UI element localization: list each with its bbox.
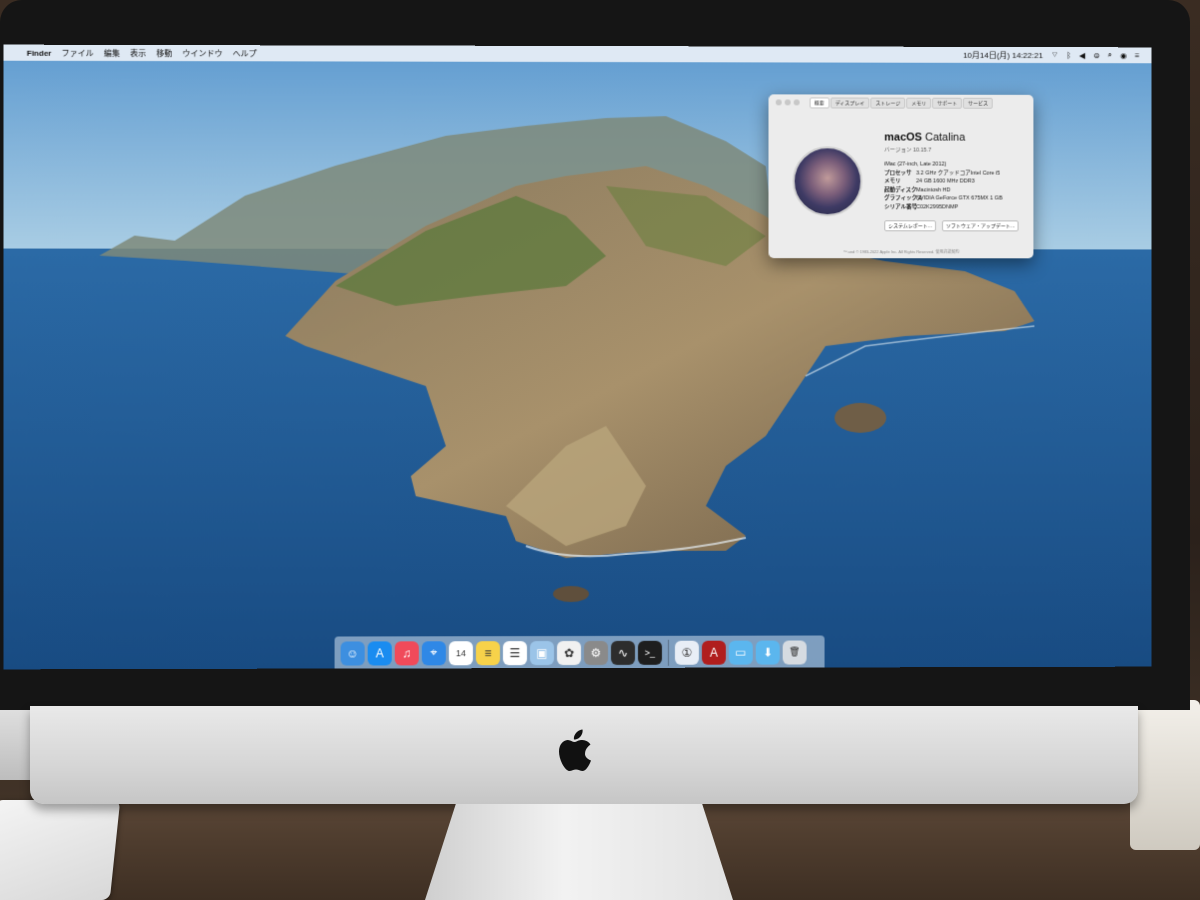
spotlight-search-icon[interactable]: ⌕: [1104, 50, 1116, 60]
downloads-folder-icon[interactable]: ⬇: [756, 640, 780, 664]
window-titlebar[interactable]: 概要 ディスプレイ ストレージ メモリ サポート サービス: [769, 94, 1034, 110]
about-tabs: 概要 ディスプレイ ストレージ メモリ サポート サービス: [809, 97, 993, 108]
software-update-button[interactable]: ソフトウェア・アップデート...: [942, 220, 1019, 231]
menu-go[interactable]: 移動: [151, 48, 177, 59]
system-report-button[interactable]: システムレポート...: [884, 220, 936, 231]
spec-value-memory: 24 GB 1600 MHz DDR3: [916, 178, 974, 187]
trash-icon[interactable]: 🗑: [783, 640, 807, 664]
music-icon[interactable]: ♫: [395, 641, 419, 665]
copyright-text: ™ and © 1983-2022 Apple Inc. All Rights …: [769, 249, 1034, 255]
os-version: バージョン 10.15.7: [884, 145, 931, 153]
control-icon[interactable]: ⊜: [1089, 51, 1104, 60]
screen: Finder ファイル 編集 表示 移動 ウインドウ ヘルプ 10月14日(月)…: [4, 45, 1152, 670]
spec-key-startup-disk: 起動ディスク: [884, 186, 916, 195]
menu-view[interactable]: 表示: [125, 47, 151, 58]
acrobat-icon[interactable]: A: [702, 640, 726, 664]
menu-window[interactable]: ウインドウ: [177, 48, 227, 59]
1password-icon[interactable]: ①: [675, 640, 699, 664]
spec-key-processor: プロセッサ: [884, 169, 916, 178]
imac-stand: [425, 804, 733, 900]
safari-icon[interactable]: ⌖: [422, 641, 446, 665]
spec-row-model: iMac (27-inch, Late 2012): [884, 160, 1002, 169]
tab-displays[interactable]: ディスプレイ: [830, 97, 869, 108]
spec-key-serial: シリアル番号: [884, 203, 916, 212]
bluetooth-icon[interactable]: ᛒ: [1062, 51, 1075, 60]
calendar-icon[interactable]: 14: [449, 641, 473, 665]
spec-value-graphics: NVIDIA GeForce GTX 675MX 1 GB: [916, 195, 1002, 204]
menu-finder[interactable]: Finder: [22, 48, 57, 57]
os-title: macOS Catalina: [884, 132, 965, 144]
about-this-mac-window: 概要 ディスプレイ ストレージ メモリ サポート サービス macOS Cata…: [769, 94, 1034, 258]
spec-row-startup-disk: 起動ディスク Macintosh HD: [884, 186, 1002, 195]
os-name-light: macOS: [884, 132, 922, 144]
spec-value-processor: 3.2 GHz クアッドコアIntel Core i5: [916, 169, 1000, 178]
tab-storage[interactable]: ストレージ: [871, 97, 906, 108]
spec-row-memory: メモリ 24 GB 1600 MHz DDR3: [884, 178, 1002, 187]
preview-icon[interactable]: ▣: [530, 641, 554, 665]
menu-file[interactable]: ファイル: [56, 47, 98, 58]
spec-row-processor: プロセッサ 3.2 GHz クアッドコアIntel Core i5: [884, 169, 1002, 178]
close-button[interactable]: [776, 99, 782, 105]
zoom-button[interactable]: [794, 99, 800, 105]
menu-help[interactable]: ヘルプ: [228, 48, 262, 59]
about-buttons: システムレポート... ソフトウェア・アップデート...: [884, 220, 1018, 231]
spec-row-serial: シリアル番号 C02K2995DNMP: [884, 203, 1002, 212]
tab-memory[interactable]: メモリ: [906, 97, 931, 108]
terminal-icon[interactable]: >_: [638, 640, 662, 664]
notification-center-icon[interactable]: ≡: [1131, 51, 1144, 60]
spec-row-graphics: グラフィックス NVIDIA GeForce GTX 675MX 1 GB: [884, 195, 1002, 204]
siri-icon[interactable]: ◉: [1116, 51, 1131, 60]
menu-bar: Finder ファイル 編集 表示 移動 ウインドウ ヘルプ 10月14日(月)…: [4, 45, 1152, 64]
dock: ☺ A ♫ ⌖ 14 ≡ ☰ ▣ ✿ ⚙ ∿ >_ ① A ▭ ⬇ 🗑: [335, 635, 825, 669]
system-preferences-icon[interactable]: ⚙: [584, 640, 608, 664]
apple-logo-icon: [555, 728, 599, 778]
macos-catalina-icon: [793, 146, 863, 216]
finder-icon[interactable]: ☺: [341, 641, 365, 665]
notes-icon[interactable]: ≡: [476, 641, 500, 665]
app-store-icon[interactable]: A: [368, 641, 392, 665]
menubar-clock[interactable]: 10月14日(月) 14:22:21: [959, 49, 1047, 60]
menu-edit[interactable]: 編集: [99, 47, 125, 58]
spec-key-graphics: グラフィックス: [884, 195, 916, 204]
activity-monitor-icon[interactable]: ∿: [611, 640, 635, 664]
reminders-icon[interactable]: ☰: [503, 641, 527, 665]
window-controls: [776, 99, 800, 105]
spec-value-serial: C02K2995DNMP: [916, 203, 958, 212]
spec-key-memory: メモリ: [884, 178, 916, 187]
wifi-icon[interactable]: ⌔: [1047, 50, 1062, 60]
folder-icon[interactable]: ▭: [729, 640, 753, 664]
volume-icon[interactable]: ◀: [1075, 51, 1089, 60]
spec-value-startup-disk: Macintosh HD: [916, 186, 950, 195]
trackpad: [0, 800, 120, 900]
minimize-button[interactable]: [785, 99, 791, 105]
menu-extras: 10月14日(月) 14:22:21 ⌔ ᛒ ◀ ⊜ ⌕ ◉ ≡: [959, 49, 1151, 60]
tab-support[interactable]: サポート: [932, 97, 962, 108]
tab-service[interactable]: サービス: [963, 97, 993, 108]
tab-overview[interactable]: 概要: [809, 97, 829, 108]
os-name-regular: Catalina: [925, 132, 965, 144]
spec-model: iMac (27-inch, Late 2012): [884, 160, 946, 169]
spec-list: iMac (27-inch, Late 2012) プロセッサ 3.2 GHz …: [884, 160, 1002, 212]
dock-separator: [668, 639, 669, 665]
right-object: [1130, 700, 1200, 850]
photos-icon[interactable]: ✿: [557, 640, 581, 664]
